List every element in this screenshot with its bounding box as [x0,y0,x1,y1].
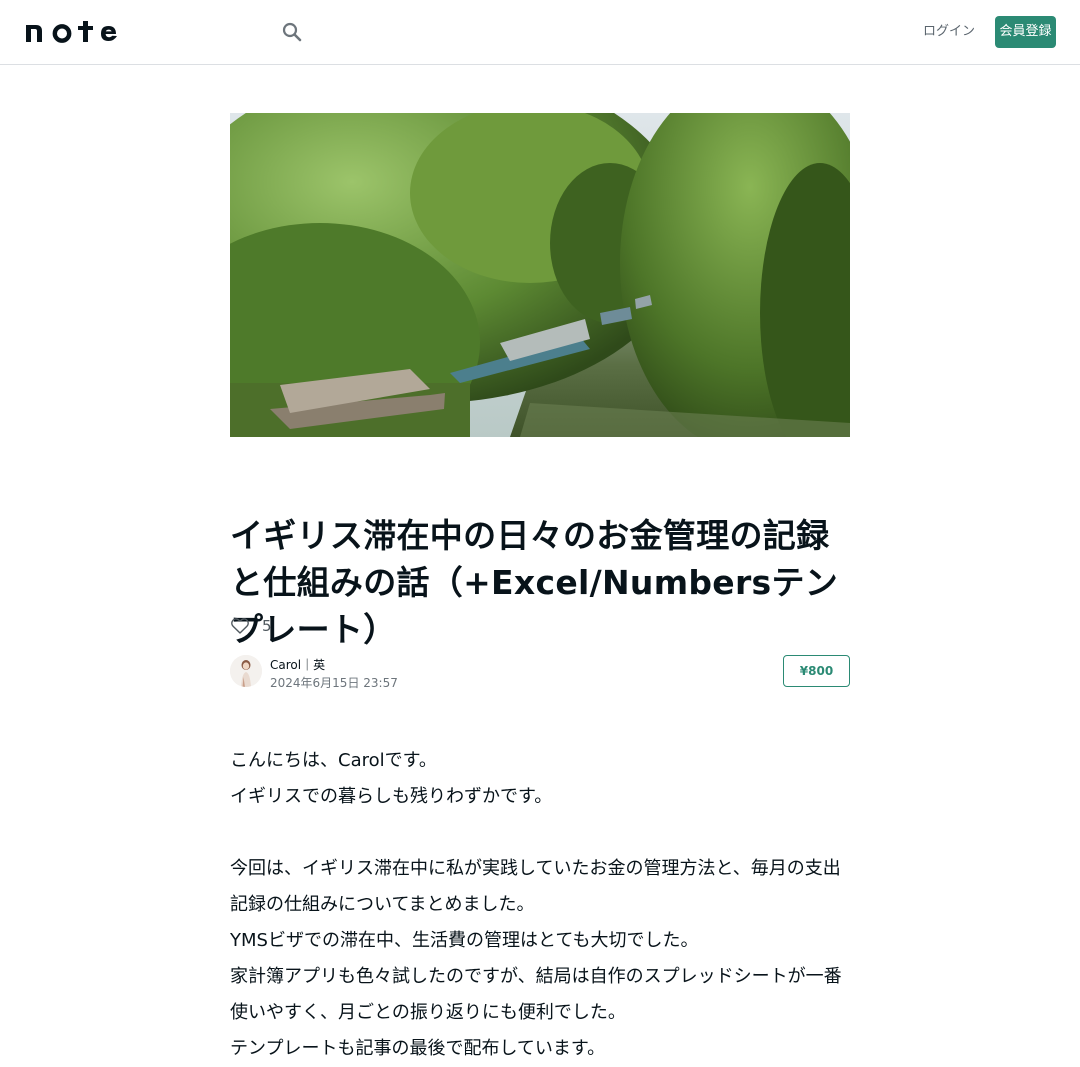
signup-button[interactable]: 会員登録 [995,16,1056,48]
article-title: イギリス滞在中の日々のお金管理の記録と仕組みの話（+Excel/Numbersテ… [230,516,839,649]
note-logo[interactable] [24,20,124,44]
site-header: ログイン 会員登録 [0,0,1080,65]
author-avatar[interactable] [230,655,262,687]
search-button[interactable] [278,18,306,46]
price-button[interactable]: ¥800 [783,655,850,687]
author-block: Carol｜英 2024年6月15日 23:57 ¥800 [230,655,850,691]
avatar-image [230,655,262,687]
article-body: こんにちは、Carolです。 イギリスでの暮らしも残りわずかです。 今回は、イギ… [230,743,850,1067]
post-date: 2024年6月15日 23:57 [270,676,398,690]
body-paragraph: YMSビザでの滞在中、生活費の管理はとても大切でした。 [230,930,699,951]
canal-photo [230,113,850,437]
like-section: 5 [230,614,272,638]
search-icon [282,22,302,42]
body-paragraph: こんにちは、Carolです。 [230,750,437,771]
body-paragraph: テンプレートも記事の最後で配布しています。 [230,1038,606,1059]
heart-icon[interactable] [230,616,250,636]
body-paragraph: イギリスでの暮らしも残りわずかです。 [230,786,553,807]
note-logo-icon [26,21,117,43]
login-link[interactable]: ログイン [920,16,978,48]
author-name[interactable]: Carol｜英 [270,656,325,673]
body-paragraph: 家計簿アプリも色々試したのですが、結局は自作のスプレッドシートが一番使いやすく、… [230,966,842,1023]
body-paragraph: 今回は、イギリス滞在中に私が実践していたお金の管理方法と、毎月の支出記録の仕組み… [230,858,841,915]
header-image [230,113,850,437]
like-count[interactable]: 5 [262,617,272,635]
body-paragraph [230,815,850,851]
